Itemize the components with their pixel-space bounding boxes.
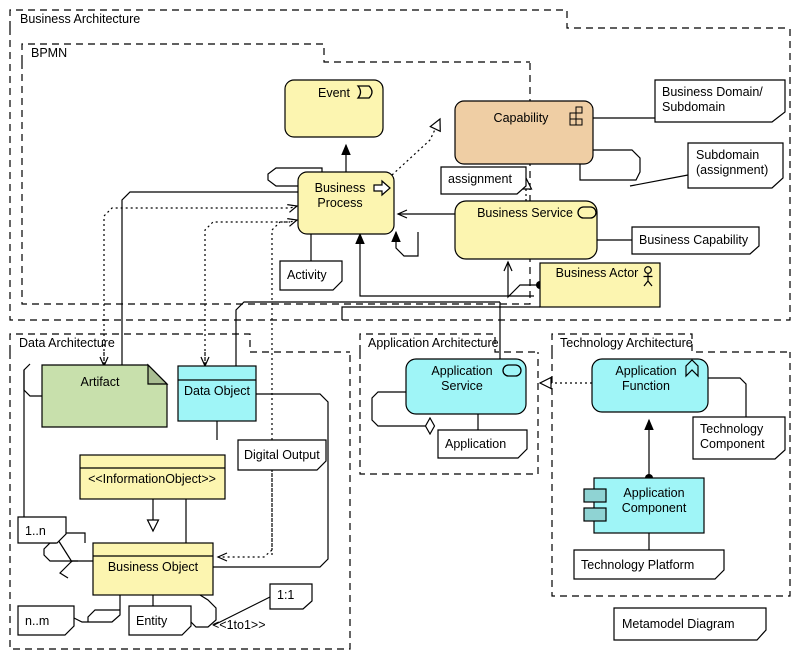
node-information-object[interactable]: <<InformationObject>>: [79, 454, 226, 500]
node-label-business-process-line1: Business: [315, 181, 366, 195]
node-application-component[interactable]: Application Component: [583, 477, 705, 534]
edge-artifact-to-process: [103, 204, 299, 366]
note-label-cardinality-1n: 1..n: [25, 524, 46, 538]
package-business-architecture: Business Architecture: [9, 9, 791, 321]
note-business-capability: Business Capability: [631, 226, 760, 255]
note-activity: Activity: [279, 260, 343, 291]
note-technology-component: Technology Component: [692, 416, 786, 460]
node-label-information-object: <<InformationObject>>: [88, 472, 216, 486]
note-label-line1: Subdomain: [696, 148, 759, 162]
edge-dataobject-to-process: [204, 218, 299, 366]
node-label-application-function-line2: Function: [622, 379, 670, 393]
package-label-bpmn: BPMN: [31, 46, 67, 60]
note-label-activity: Activity: [287, 268, 327, 282]
node-application-function[interactable]: Application Function: [591, 358, 709, 413]
note-metamodel-diagram: Metamodel Diagram: [613, 607, 767, 641]
note-label-line2: Component: [700, 437, 765, 451]
leader-technology-component: [708, 377, 747, 417]
node-application-service[interactable]: Application Service: [405, 358, 527, 415]
node-label-data-object: Data Object: [184, 384, 251, 398]
node-business-object[interactable]: Business Object: [92, 542, 214, 596]
note-business-domain-subdomain: Business Domain/ Subdomain: [654, 79, 786, 123]
node-label-business-service: Business Service: [477, 206, 573, 220]
node-label-application-service-line2: Service: [441, 379, 483, 393]
note-cardinality-1n: 1..n: [17, 516, 67, 544]
archimate-event-icon: [356, 85, 373, 99]
note-assignment: assignment: [440, 166, 527, 195]
note-label-digital-output: Digital Output: [244, 448, 320, 462]
edge-actor-to-service: [503, 260, 544, 299]
node-label-application-component-line2: Component: [622, 501, 687, 515]
note-label-metamodel-diagram: Metamodel Diagram: [622, 617, 735, 631]
node-label-capability: Capability: [494, 111, 550, 125]
edge-process-right-loop: [391, 230, 419, 257]
note-label-line1: Technology: [700, 422, 764, 436]
package-label-technology-architecture: Technology Architecture: [560, 336, 693, 350]
node-label-business-process-line2: Process: [317, 196, 362, 210]
note-subdomain-assignment: Subdomain (assignment): [687, 142, 784, 189]
node-label-application-function-line1: Application: [615, 364, 676, 378]
package-tab: [21, 43, 530, 63]
metamodel-diagram-canvas: Business Architecture BPMN Data Architec…: [9, 9, 791, 650]
note-label-line1: Business Domain/: [662, 85, 763, 99]
node-label-artifact: Artifact: [81, 375, 120, 389]
note-label-application: Application: [445, 437, 506, 451]
node-business-process[interactable]: Business Process: [297, 171, 395, 235]
package-label-application-architecture: Application Architecture: [368, 336, 499, 350]
edge-artifact-loop: [23, 363, 42, 397]
node-business-service[interactable]: Business Service: [454, 200, 598, 260]
edge-actor-down: [341, 306, 540, 320]
edge-label-stereotype-1to1: <<1to1>>: [212, 618, 266, 632]
node-event[interactable]: Event: [284, 79, 384, 138]
leader-subdomain-assignment: [629, 174, 689, 187]
package-border: [9, 28, 791, 321]
note-label-technology-platform: Technology Platform: [581, 558, 694, 572]
node-capability[interactable]: Capability: [454, 100, 594, 165]
edge-bo-nm-hook: [87, 609, 120, 622]
edge-digitaloutput-to-bo: [216, 470, 273, 562]
node-business-actor[interactable]: Business Actor: [539, 262, 661, 308]
note-cardinality-11: 1:1: [269, 583, 313, 610]
note-label-cardinality-11: 1:1: [277, 588, 294, 602]
edge-bo-aggregation-left: [59, 561, 93, 579]
note-entity: Entity: [128, 605, 192, 636]
package-label-business-architecture: Business Architecture: [20, 12, 140, 26]
note-digital-output: Digital Output: [237, 439, 327, 471]
package-label-data-architecture: Data Architecture: [19, 336, 115, 350]
edge-process-to-capability: [391, 117, 441, 176]
node-label-event: Event: [318, 86, 350, 100]
archimate-service-icon: [577, 206, 597, 219]
node-label-application-service-line1: Application: [431, 364, 492, 378]
note-label-entity: Entity: [136, 614, 168, 628]
note-label-cardinality-nm: n..m: [25, 614, 49, 628]
document-fold-icon: [147, 363, 169, 385]
node-label-application-component-line1: Application: [623, 486, 684, 500]
note-label-line2: (assignment): [696, 163, 768, 177]
note-label-assignment: assignment: [448, 172, 512, 186]
node-data-object[interactable]: Data Object: [177, 365, 257, 422]
node-label-business-actor: Business Actor: [556, 266, 639, 280]
archimate-service-icon: [502, 364, 522, 377]
note-label-business-capability: Business Capability: [639, 233, 749, 247]
edge-bo-to-nm: [73, 595, 121, 623]
note-technology-platform: Technology Platform: [573, 549, 725, 580]
note-label-line2: Subdomain: [662, 100, 725, 114]
note-cardinality-nm: n..m: [17, 605, 75, 636]
node-artifact[interactable]: Artifact: [41, 363, 169, 428]
note-application: Application: [437, 429, 528, 459]
node-label-business-object: Business Object: [108, 560, 199, 574]
